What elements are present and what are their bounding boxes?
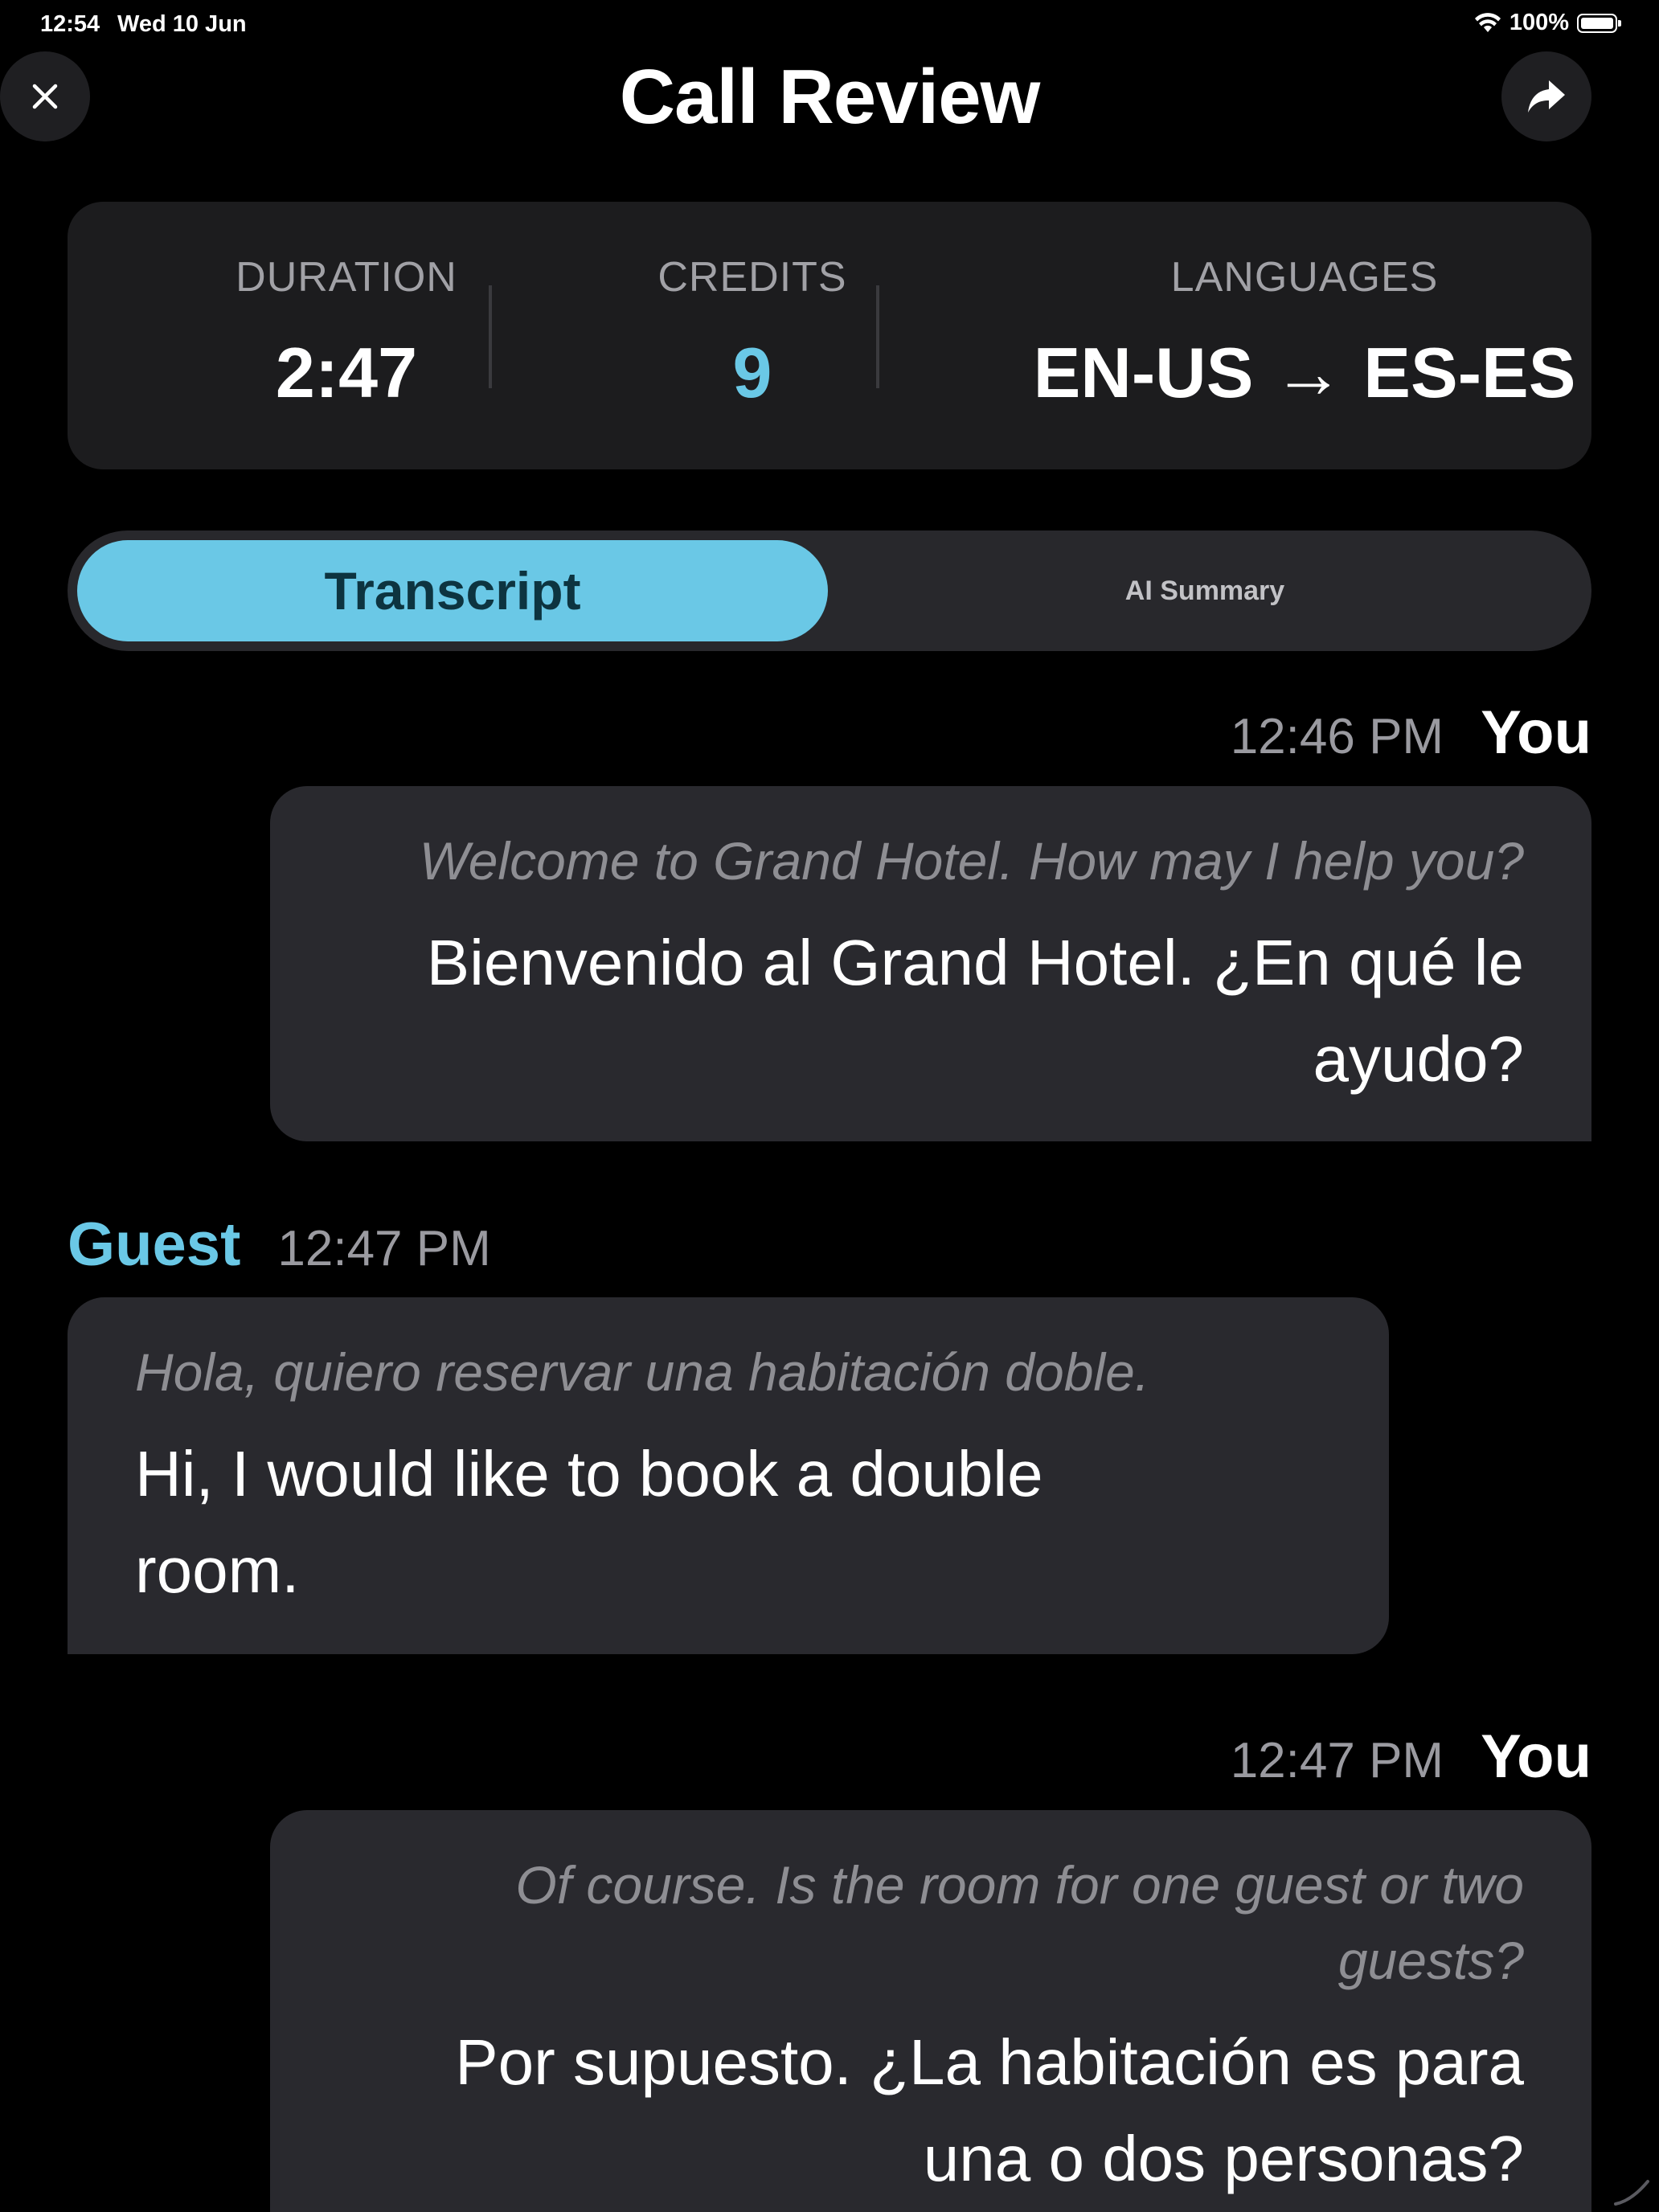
translated-text: Bienvenido al Grand Hotel. ¿En qué le ay…: [338, 915, 1524, 1108]
translated-line: una o dos personas?: [923, 2123, 1524, 2194]
message-header: 12:46 PM You: [1231, 698, 1591, 768]
status-bar: 12:54 Wed 10 Jun 100%: [0, 0, 1659, 51]
credits-value: 9: [732, 333, 772, 412]
message-bubble: Hola, quiero reservar una habitación dob…: [68, 1297, 1389, 1654]
sender-name: Guest: [68, 1210, 241, 1279]
message-time: 12:47 PM: [277, 1221, 491, 1276]
message-bubble: Welcome to Grand Hotel. How may I help y…: [270, 786, 1591, 1141]
view-segmented-control: Transcript AI Summary: [68, 530, 1591, 651]
translated-line: Bienvenido al Grand Hotel. ¿En qué le: [426, 927, 1524, 998]
languages-value: EN-US → ES-ES: [1033, 333, 1576, 412]
message-time: 12:47 PM: [1230, 1733, 1444, 1788]
translated-line: room.: [135, 1534, 300, 1606]
battery-percent: 100%: [1509, 10, 1569, 35]
original-text: Of course. Is the room for one guest or …: [338, 1847, 1524, 1998]
resize-handle-icon: [1614, 2180, 1649, 2206]
status-date: Wed 10 Jun: [117, 11, 247, 37]
duration-value: 2:47: [275, 333, 418, 412]
share-button[interactable]: [1501, 51, 1591, 141]
stat-duration: DURATION 2:47: [116, 202, 577, 469]
sender-name: You: [1481, 698, 1591, 767]
translated-line: Por supuesto. ¿La habitación es para: [455, 2026, 1524, 2098]
status-time: 12:54: [40, 11, 100, 37]
translated-text: Por supuesto. ¿La habitación es para una…: [338, 2014, 1524, 2207]
status-right: 100%: [1474, 10, 1621, 36]
page-title: Call Review: [619, 54, 1041, 140]
tab-transcript[interactable]: Transcript: [77, 540, 828, 641]
original-line: guests?: [1337, 1931, 1524, 1990]
tab-ai-summary-label: AI Summary: [1124, 575, 1285, 606]
original-line: Of course. Is the room for one guest or …: [515, 1855, 1524, 1915]
stat-divider: [876, 285, 879, 388]
message-bubble: Of course. Is the room for one guest or …: [270, 1810, 1591, 2212]
tab-transcript-label: Transcript: [324, 561, 581, 621]
tab-ai-summary[interactable]: AI Summary: [828, 540, 1582, 641]
translated-line: ayudo?: [1313, 1023, 1524, 1095]
wifi-icon: [1474, 12, 1501, 32]
duration-label: DURATION: [236, 254, 457, 301]
credits-label: CREDITS: [657, 254, 847, 301]
translated-text: Hi, I would like to book a double room.: [135, 1426, 1321, 1619]
battery-icon: [1577, 13, 1621, 33]
stat-credits: CREDITS 9: [582, 202, 923, 469]
languages-label: LANGUAGES: [1170, 254, 1439, 301]
message-time: 12:46 PM: [1230, 709, 1444, 764]
translated-line: Hi, I would like to book a double: [135, 1438, 1043, 1509]
message-header: Guest 12:47 PM: [68, 1210, 491, 1280]
call-review-screen: 12:54 Wed 10 Jun 100% Call Review DURATI…: [0, 0, 1659, 2212]
call-stats-card: DURATION 2:47 CREDITS 9 LANGUAGES EN-US …: [68, 202, 1591, 469]
stat-languages: LANGUAGES EN-US → ES-ES: [944, 202, 1659, 469]
message-header: 12:47 PM You: [1231, 1722, 1591, 1792]
share-icon: [1528, 80, 1565, 113]
original-text: Hola, quiero reservar una habitación dob…: [135, 1342, 1150, 1402]
stat-divider: [489, 285, 492, 388]
sender-name: You: [1481, 1722, 1591, 1791]
original-text: Welcome to Grand Hotel. How may I help y…: [419, 831, 1524, 891]
